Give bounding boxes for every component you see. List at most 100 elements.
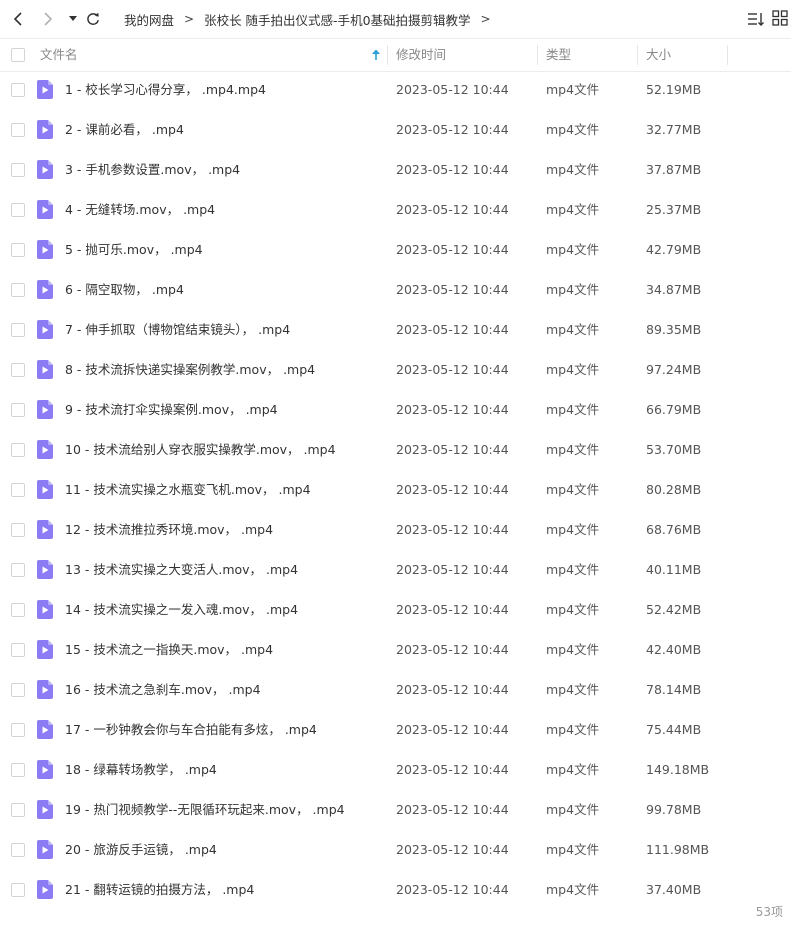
row-checkbox[interactable] (11, 483, 25, 497)
file-name: 4 - 无缝转场.mov， .mp4 (65, 202, 216, 217)
file-modified-time: 2023-05-12 10:44 (396, 682, 509, 697)
file-row[interactable]: 15 - 技术流之一指换天.mov， .mp4 2023-05-12 10:44 m… (0, 630, 791, 670)
file-type: mp4文件 (546, 562, 600, 577)
breadcrumb-root[interactable]: 我的网盘 (124, 10, 174, 29)
file-size: 68.76MB (646, 522, 702, 537)
video-file-icon (37, 480, 53, 499)
file-type: mp4文件 (546, 82, 600, 97)
file-row[interactable]: 17 - 一秒钟教会你与车合拍能有多炫， .mp4 2023-05-12 10:4… (0, 710, 791, 750)
file-type: mp4文件 (546, 762, 600, 777)
forward-button[interactable] (36, 8, 58, 30)
row-checkbox[interactable] (11, 803, 25, 817)
header-name[interactable]: 文件名 (40, 39, 78, 71)
row-checkbox[interactable] (11, 763, 25, 777)
file-type: mp4文件 (546, 802, 600, 817)
column-divider[interactable] (537, 45, 538, 65)
row-checkbox[interactable] (11, 563, 25, 577)
header-modified[interactable]: 修改时间 (396, 39, 446, 71)
file-row[interactable]: 8 - 技术流拆快递实操案例教学.mov， .mp4 2023-05-12 10:… (0, 350, 791, 390)
file-row[interactable]: 18 - 绿幕转场教学， .mp4 2023-05-12 10:44 mp4文件 14… (0, 750, 791, 790)
row-checkbox[interactable] (11, 523, 25, 537)
refresh-icon (86, 12, 100, 26)
video-file-icon (37, 760, 53, 779)
column-divider[interactable] (727, 45, 728, 65)
file-modified-time: 2023-05-12 10:44 (396, 202, 509, 217)
file-row[interactable]: 3 - 手机参数设置.mov， .mp4 2023-05-12 10:44 mp4文… (0, 150, 791, 190)
row-checkbox[interactable] (11, 323, 25, 337)
top-bar: 我的网盘 > 张校长 随手拍出仪式感-手机0基础拍摄剪辑教学 > (0, 0, 791, 38)
row-checkbox[interactable] (11, 843, 25, 857)
file-row[interactable]: 1 - 校长学习心得分享， .mp4.mp4 2023-05-12 10:44 mp… (0, 70, 791, 110)
column-divider[interactable] (637, 45, 638, 65)
row-checkbox[interactable] (11, 403, 25, 417)
file-name: 19 - 热门视频教学--无限循环玩起来.mov， .mp4 (65, 802, 345, 817)
file-row[interactable]: 9 - 技术流打伞实操案例.mov， .mp4 2023-05-12 10:44 m… (0, 390, 791, 430)
file-type: mp4文件 (546, 282, 600, 297)
video-file-icon (37, 320, 53, 339)
file-modified-time: 2023-05-12 10:44 (396, 402, 509, 417)
sort-list-button[interactable] (747, 10, 765, 28)
breadcrumb: 我的网盘 > 张校长 随手拍出仪式感-手机0基础拍摄剪辑教学 > (124, 0, 501, 38)
file-type: mp4文件 (546, 402, 600, 417)
grid-view-button[interactable] (772, 10, 790, 28)
history-dropdown-button[interactable] (62, 8, 84, 30)
file-size: 37.87MB (646, 162, 702, 177)
sort-up-arrow-icon[interactable] (370, 48, 382, 62)
file-row[interactable]: 4 - 无缝转场.mov， .mp4 2023-05-12 10:44 mp4文件 2… (0, 190, 791, 230)
row-checkbox[interactable] (11, 203, 25, 217)
row-checkbox[interactable] (11, 123, 25, 137)
file-type: mp4文件 (546, 642, 600, 657)
row-checkbox[interactable] (11, 683, 25, 697)
row-checkbox[interactable] (11, 443, 25, 457)
breadcrumb-separator: > (184, 12, 195, 26)
row-checkbox[interactable] (11, 243, 25, 257)
file-type: mp4文件 (546, 602, 600, 617)
file-modified-time: 2023-05-12 10:44 (396, 282, 509, 297)
file-row[interactable]: 2 - 课前必看， .mp4 2023-05-12 10:44 mp4文件 32.77… (0, 110, 791, 150)
file-row[interactable]: 19 - 热门视频教学--无限循环玩起来.mov， .mp4 2023-05-12… (0, 790, 791, 830)
file-size: 80.28MB (646, 482, 702, 497)
file-modified-time: 2023-05-12 10:44 (396, 602, 509, 617)
select-all-checkbox[interactable] (11, 48, 25, 62)
file-row[interactable]: 20 - 旅游反手运镜， .mp4 2023-05-12 10:44 mp4文件 11… (0, 830, 791, 870)
row-checkbox[interactable] (11, 883, 25, 897)
file-row[interactable]: 21 - 翻转运镜的拍摄方法， .mp4 2023-05-12 10:44 mp4文… (0, 870, 791, 910)
file-type: mp4文件 (546, 482, 600, 497)
file-row[interactable]: 6 - 隔空取物， .mp4 2023-05-12 10:44 mp4文件 34.87… (0, 270, 791, 310)
header-size[interactable]: 大小 (646, 39, 671, 71)
column-divider[interactable] (387, 45, 388, 65)
video-file-icon (37, 880, 53, 899)
file-size: 99.78MB (646, 802, 702, 817)
header-type[interactable]: 类型 (546, 39, 571, 71)
file-type: mp4文件 (546, 882, 600, 897)
row-checkbox[interactable] (11, 163, 25, 177)
table-header: 文件名 修改时间 类型 大小 (0, 38, 791, 72)
file-name: 20 - 旅游反手运镜， .mp4 (65, 842, 217, 857)
file-size: 53.70MB (646, 442, 702, 457)
sort-list-icon (747, 13, 765, 32)
file-row[interactable]: 5 - 抛可乐.mov， .mp4 2023-05-12 10:44 mp4文件 42… (0, 230, 791, 270)
row-checkbox[interactable] (11, 363, 25, 377)
file-row[interactable]: 16 - 技术流之急刹车.mov， .mp4 2023-05-12 10:44 mp… (0, 670, 791, 710)
file-row[interactable]: 10 - 技术流给别人穿衣服实操教学.mov， .mp4 2023-05-12 1… (0, 430, 791, 470)
row-checkbox[interactable] (11, 283, 25, 297)
row-checkbox[interactable] (11, 643, 25, 657)
breadcrumb-current-folder[interactable]: 张校长 随手拍出仪式感-手机0基础拍摄剪辑教学 (204, 10, 470, 29)
file-name: 13 - 技术流实操之大变活人.mov， .mp4 (65, 562, 299, 577)
file-row[interactable]: 13 - 技术流实操之大变活人.mov， .mp4 2023-05-12 10:4… (0, 550, 791, 590)
file-row[interactable]: 7 - 伸手抓取（博物馆结束镜头）， .mp4 2023-05-12 10:44 m… (0, 310, 791, 350)
row-checkbox[interactable] (11, 83, 25, 97)
chevron-right-icon (41, 12, 53, 26)
file-size: 149.18MB (646, 762, 710, 777)
refresh-button[interactable] (82, 8, 104, 30)
file-row[interactable]: 11 - 技术流实操之水瓶变飞机.mov， .mp4 2023-05-12 10:… (0, 470, 791, 510)
file-row[interactable]: 14 - 技术流实操之一发入魂.mov， .mp4 2023-05-12 10:4… (0, 590, 791, 630)
breadcrumb-separator[interactable]: > (481, 12, 491, 26)
row-checkbox[interactable] (11, 723, 25, 737)
file-row[interactable]: 12 - 技术流推拉秀环境.mov， .mp4 2023-05-12 10:44 m… (0, 510, 791, 550)
file-type: mp4文件 (546, 522, 600, 537)
file-name: 16 - 技术流之急刹车.mov， .mp4 (65, 682, 261, 697)
back-button[interactable] (8, 8, 30, 30)
row-checkbox[interactable] (11, 603, 25, 617)
video-file-icon (37, 600, 53, 619)
